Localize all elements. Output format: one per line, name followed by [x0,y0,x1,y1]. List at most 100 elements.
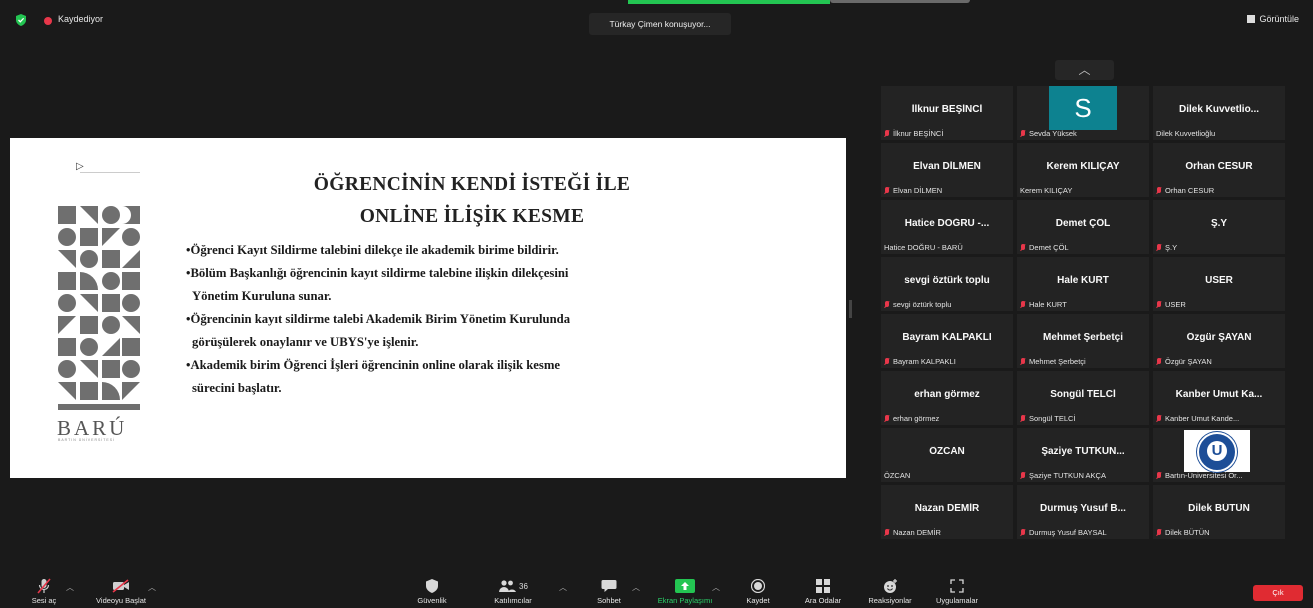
security-label: Güvenlik [417,596,447,605]
participant-tile[interactable]: sevgi öztürk toplu sevgi öztürk toplu [881,257,1013,311]
participant-caption-text: Sevda Yüksek [1029,129,1077,138]
microphone-muted-icon [1020,414,1026,423]
share-screen-button[interactable]: Ekran Paylaşımı [648,578,722,605]
microphone-muted-icon [884,186,890,195]
participant-tile[interactable]: Ş.Y Ş.Y [1153,200,1285,254]
recording-label[interactable]: Kaydediyor [58,14,103,24]
participant-name: Nazan DEMİR [914,503,980,514]
participants-chevron-icon[interactable]: ︿ [559,582,567,593]
participant-caption: Şaziye TUTKUN AKÇA [1020,471,1106,480]
start-video-label: Videoyu Başlat [96,596,146,605]
reactions-button[interactable]: Reaksiyonlar [860,578,920,605]
participant-caption-text: ÖZCAN [884,471,911,480]
participant-name: Şaziye TUTKUN... [1041,446,1125,457]
participant-tile[interactable]: Durmuş Yusuf B... Durmuş Yusuf BAYSAL [1017,485,1149,539]
microphone-muted-icon [1156,471,1162,480]
chat-chevron-icon[interactable]: ︿ [632,582,640,593]
participant-caption: Demet ÇÖL [1020,243,1069,252]
participant-tile[interactable]: Orhan CESUR Orhan CESUR [1153,143,1285,197]
video-options-chevron-icon[interactable]: ︿ [148,582,156,593]
shared-screen: ▷ BARÚ BARTIN ÜNİVERSİTESİ ÖĞRENCİNİN KE… [10,138,846,478]
participant-caption: sevgi öztürk toplu [884,300,951,309]
participant-tile[interactable]: Özgür ŞAYAN Özgür ŞAYAN [1153,314,1285,368]
participant-caption: Nazan DEMİR [884,528,941,537]
participant-tile[interactable]: USER USER [1153,257,1285,311]
participant-tile[interactable]: Demet ÇÖL Demet ÇÖL [1017,200,1149,254]
participant-tile[interactable]: Kanber Umut Ka... Kanber Umut Kande... [1153,371,1285,425]
participant-tile[interactable]: Hale KURT Hale KURT [1017,257,1149,311]
share-options-chevron-icon[interactable]: ︿ [712,582,720,593]
participant-caption: Durmuş Yusuf BAYSAL [1020,528,1107,537]
slide-title-line2: ONLİNE İLİŞİK KESME [359,206,585,227]
participant-caption: Ş.Y [1156,243,1177,252]
participants-button[interactable]: 36 Katılımcılar [488,578,538,605]
participant-caption-text: Bartın-Üniversitesi Or... [1165,471,1243,480]
participant-name: Kerem KILIÇAY [1046,161,1120,172]
slide-bullet-continuation: sürecini başlatır. [192,381,282,395]
audio-options-chevron-icon[interactable]: ︿ [66,582,74,593]
share-screen-label: Ekran Paylaşımı [657,596,713,605]
participant-tile[interactable]: İlknur BEŞİNCİ İlknur BEŞİNCİ [881,86,1013,140]
participant-name: Kanber Umut Ka... [1175,389,1263,400]
participant-tile[interactable]: Şaziye TUTKUN... Şaziye TUTKUN AKÇA [1017,428,1149,482]
participant-name: Mehmet Şerbetçi [1042,332,1124,343]
panel-resize-handle[interactable] [849,300,852,318]
microphone-muted-icon [1156,414,1162,423]
participants-count: 36 [519,581,528,591]
security-button[interactable]: Güvenlik [408,578,456,605]
participant-tile[interactable]: Hatice DOĞRU -... Hatice DOĞRU - BARÜ [881,200,1013,254]
participant-name: Bayram KALPAKLI [902,332,992,343]
shield-check-icon[interactable] [16,14,26,26]
apps-button[interactable]: Uygulamalar [927,578,987,605]
university-logo-icon: U [1184,430,1250,472]
participant-tile[interactable]: Kerem KILIÇAY Kerem KILIÇAY [1017,143,1149,197]
participant-caption-text: Songül TELCİ [1029,414,1076,423]
participant-caption: Mehmet Şerbetçi [1020,357,1086,366]
participant-tile[interactable]: ÖZCAN ÖZCAN [881,428,1013,482]
record-label: Kaydet [746,596,770,605]
record-button[interactable]: Kaydet [738,578,778,605]
participant-caption: Bartın-Üniversitesi Or... [1156,471,1243,480]
participant-caption-text: Mehmet Şerbetçi [1029,357,1086,366]
participant-tile[interactable]: Bayram KALPAKLI Bayram KALPAKLI [881,314,1013,368]
participant-caption: ÖZCAN [884,471,910,480]
slide-bullet: Bölüm Başkanlığı öğrencinin kayıt sildir… [186,262,760,285]
participant-caption: USER [1156,300,1186,309]
microphone-muted-icon [1020,528,1026,537]
participant-name: Demet ÇÖL [1055,218,1111,229]
active-speaker-indicator: Türkay Çimen konuşuyor... [589,13,731,35]
participant-tile[interactable]: Elvan DİLMEN Elvan DİLMEN [881,143,1013,197]
participant-name: ÖZCAN [929,446,965,457]
breakout-rooms-icon [816,579,830,593]
view-button[interactable]: Görüntüle [1247,14,1299,24]
leave-meeting-button[interactable]: Çık [1253,585,1303,601]
participant-caption: Dilek BÜTÜN [1156,528,1210,537]
participant-tile[interactable]: Songül TELCİ Songül TELCİ [1017,371,1149,425]
chat-button[interactable]: Sohbet [588,578,630,605]
participant-tile[interactable]: Dilek Kuvvetlio... Dilek Kuvvetlioğlu [1153,86,1285,140]
participant-name: Hatice DOĞRU -... [904,218,990,229]
participant-caption-text: erhan görmez [893,414,940,423]
breakout-rooms-button[interactable]: Ara Odalar [796,578,850,605]
participants-label: Katılımcılar [494,596,532,605]
participant-name: Hale KURT [1057,275,1109,286]
participant-tile[interactable]: Mehmet Şerbetçi Mehmet Şerbetçi [1017,314,1149,368]
participant-caption-text: Durmuş Yusuf BAYSAL [1029,528,1107,537]
unmute-button[interactable]: Sesi aç [24,578,64,605]
slide-bullet: Akademik birim Öğrenci İşleri öğrencinin… [186,354,760,377]
participant-tile[interactable]: erhan görmez erhan görmez [881,371,1013,425]
participant-tile[interactable]: U Bartın-Üniversitesi Or... [1153,428,1285,482]
record-icon [751,579,765,593]
top-share-handle[interactable] [830,0,970,3]
breakout-rooms-label: Ara Odalar [804,596,842,605]
microphone-muted-icon [1156,357,1162,366]
participant-tile[interactable]: Dilek BÜTÜN Dilek BÜTÜN [1153,485,1285,539]
unmute-label: Sesi aç [31,596,57,605]
baru-logo-subtitle: BARTIN ÜNİVERSİTESİ [58,438,116,442]
participant-tile[interactable]: S Sevda Yüksek [1017,86,1149,140]
participant-tile[interactable]: Nazan DEMİR Nazan DEMİR [881,485,1013,539]
participant-caption: Özgür ŞAYAN [1156,357,1212,366]
start-video-button[interactable]: Videoyu Başlat [86,578,156,605]
gallery-scroll-up-button[interactable]: ︿ [1055,60,1114,80]
participant-caption: Kerem KILIÇAY [1020,186,1072,195]
